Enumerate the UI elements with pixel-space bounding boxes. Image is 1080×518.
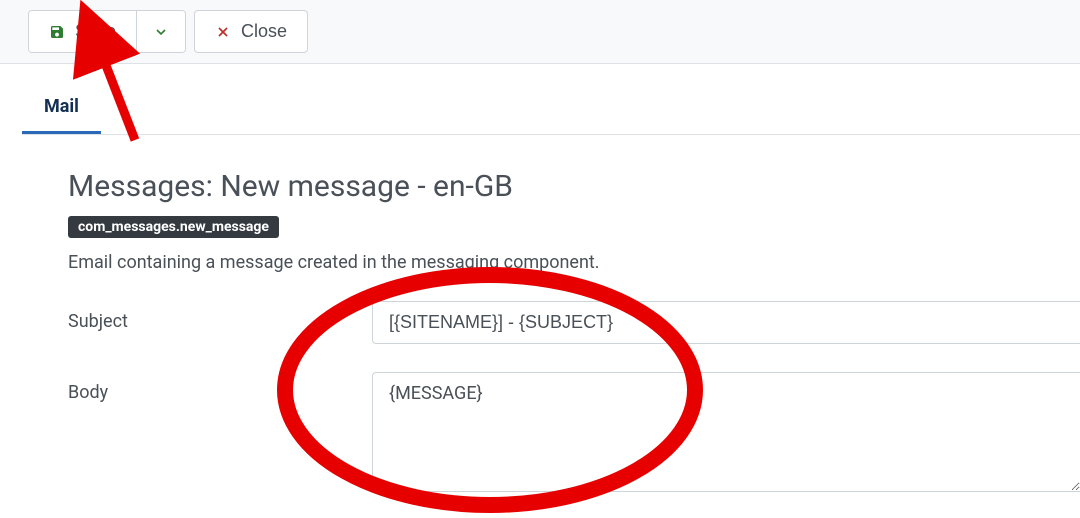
tab-mail-label: Mail <box>44 96 79 117</box>
save-dropdown-toggle[interactable] <box>136 11 185 52</box>
subject-row: Subject <box>68 301 1080 344</box>
close-icon <box>215 24 231 40</box>
save-button-group: Save <box>28 10 186 53</box>
close-button-label: Close <box>241 19 287 44</box>
panel-description: Email containing a message created in th… <box>68 252 1080 273</box>
chevron-down-icon <box>153 24 169 40</box>
tab-bar: Mail <box>22 84 1080 135</box>
save-button[interactable]: Save <box>29 11 136 52</box>
toolbar: Save Close <box>0 0 1080 64</box>
tab-mail[interactable]: Mail <box>22 84 101 134</box>
component-key-badge: com_messages.new_message <box>68 216 279 238</box>
subject-input[interactable] <box>372 301 1080 344</box>
page-title: Messages: New message - en-GB <box>68 169 1080 204</box>
body-textarea[interactable] <box>372 372 1080 492</box>
mail-panel: Messages: New message - en-GB com_messag… <box>22 135 1080 492</box>
close-button[interactable]: Close <box>194 10 308 53</box>
body-row: Body <box>68 372 1080 492</box>
subject-label: Subject <box>68 301 372 332</box>
body-label: Body <box>68 372 372 403</box>
content-area: Mail Messages: New message - en-GB com_m… <box>22 84 1080 492</box>
floppy-disk-icon <box>49 24 65 40</box>
save-button-label: Save <box>75 19 116 44</box>
